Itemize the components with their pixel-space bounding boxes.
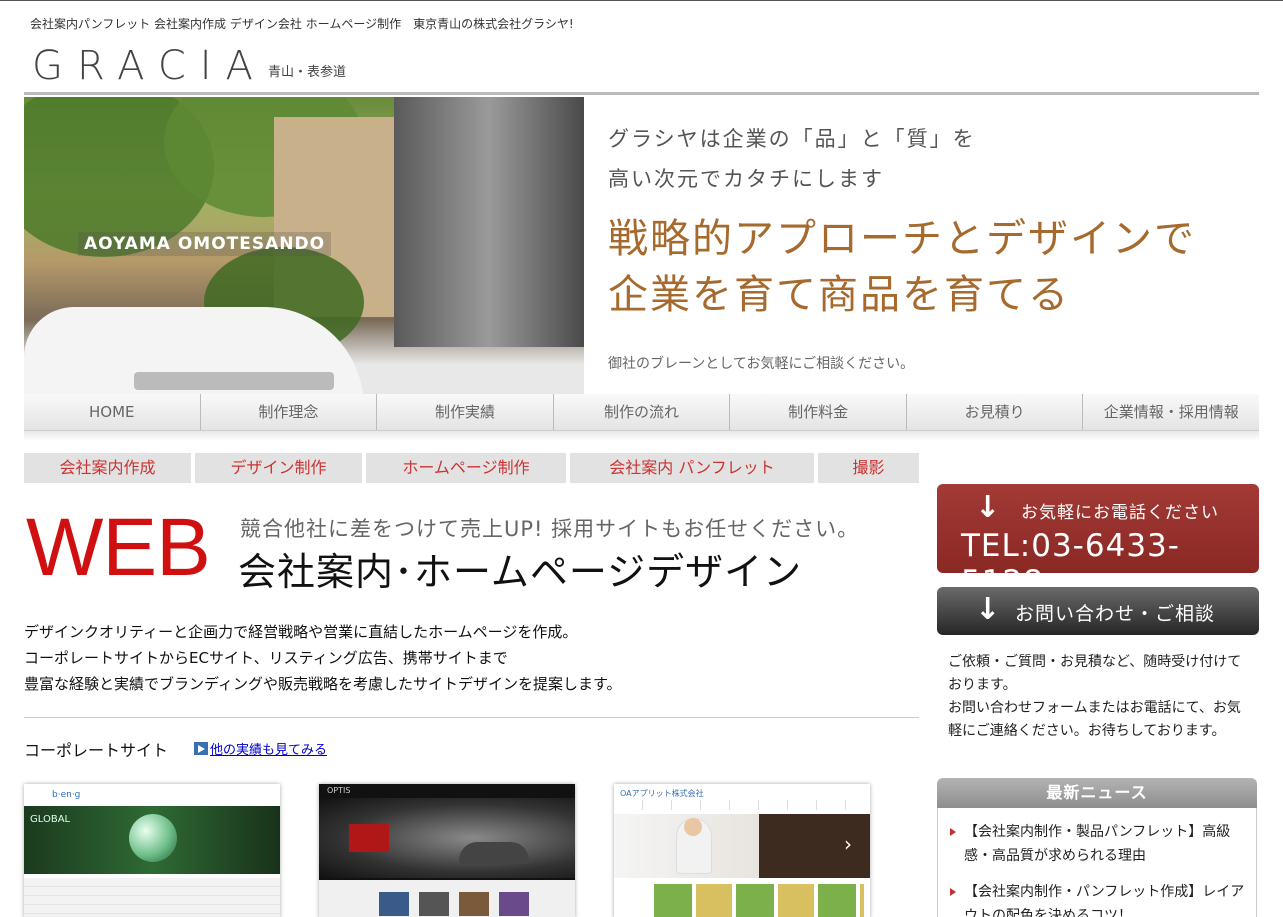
contact-button-label: お問い合わせ・ご相談 <box>1015 603 1216 625</box>
site-tagline: 会社案内パンフレット 会社案内作成 デザイン会社 ホームページ制作 東京青山の株… <box>30 17 574 31</box>
car-image <box>459 842 529 864</box>
intro-line: コーポレートサイトからECサイト、リスティング広告、携帯サイトまで <box>24 649 508 667</box>
logo-location: 青山・表参道 <box>268 65 347 80</box>
subnav-pamphlet[interactable]: 会社案内 パンフレット <box>570 453 814 483</box>
intro-line: デザインクオリティーと企画力で経営戦略や営業に直結したホームページを作成。 <box>24 623 578 641</box>
news-item-label: 【会社案内制作・パンフレット作成】レイアウトの配色を決めるコツ！ <box>964 884 1245 917</box>
subnav-homepage[interactable]: ホームページ制作 <box>366 453 566 483</box>
news-item[interactable]: 【会社案内制作・製品パンフレット】高級感・高品質が求められる理由 <box>950 820 1246 868</box>
hero-headline: 戦略的アプローチとデザインで 企業を育て商品を育てる <box>608 211 1196 323</box>
section-divider <box>24 717 919 718</box>
globe-image <box>129 814 177 862</box>
hero-copy: グラシヤは企業の「品」と「質」を 高い次元でカタチにします <box>608 119 976 199</box>
news-list: 【会社案内制作・製品パンフレット】高級感・高品質が求められる理由 【会社案内制作… <box>937 808 1257 917</box>
nav-flow[interactable]: 制作の流れ <box>554 394 731 430</box>
hero-photo-caption: AOYAMA OMOTESANDO <box>78 232 332 256</box>
hero-copy-line: グラシヤは企業の「品」と「質」を <box>608 127 976 151</box>
hero-headline-line: 戦略的アプローチとデザインで <box>608 216 1196 262</box>
play-icon <box>194 742 208 755</box>
news-item[interactable]: 【会社案内制作・パンフレット作成】レイアウトの配色を決めるコツ！ <box>950 880 1246 917</box>
hero-headline-line: 企業を育て商品を育てる <box>608 272 1070 318</box>
section-subtitle: 競合他社に差をつけて売上UP! 採用サイトもお任せください。 <box>240 517 860 541</box>
nav-home[interactable]: HOME <box>24 394 201 430</box>
work-thumbnail[interactable]: OAアプリット株式会社 › <box>614 784 870 917</box>
header-divider <box>24 92 1259 95</box>
work-thumbnail[interactable]: OPTIS <box>319 784 575 917</box>
more-works-label: 他の実績も見てみる <box>210 743 328 758</box>
nav-estimate[interactable]: お見積り <box>907 394 1084 430</box>
sidebar-text: ご依頼・ご質問・お見積など、随時受け付けております。 お問い合わせフォームまたは… <box>948 654 1242 739</box>
bullet-icon <box>950 888 956 896</box>
hero-copy-line: 高い次元でカタチにします <box>608 167 884 191</box>
subnav-company-brochure[interactable]: 会社案内作成 <box>24 453 191 483</box>
news-item-label: 【会社案内制作・製品パンフレット】高級感・高品質が求められる理由 <box>964 824 1231 864</box>
nav-works[interactable]: 制作実績 <box>377 394 554 430</box>
work-thumbnail[interactable]: b·en·g GLOBAL <box>24 784 280 917</box>
nav-shadow <box>24 431 1259 441</box>
sub-nav: 会社案内作成 デザイン制作 ホームページ制作 会社案内 パンフレット 撮影 <box>24 453 919 483</box>
bullet-icon <box>950 828 956 836</box>
thumbnail-logo: OPTIS <box>327 786 351 795</box>
more-works-link[interactable]: 他の実績も見てみる <box>194 739 327 758</box>
phone-button[interactable]: ↓ お気軽にお電話ください TEL:03-6433-5128 <box>937 484 1259 600</box>
section-big-title: WEB <box>26 502 211 593</box>
global-nav: HOME 制作理念 制作実績 制作の流れ 制作料金 お見積り 企業情報・採用情報 <box>24 394 1259 431</box>
nav-company[interactable]: 企業情報・採用情報 <box>1083 394 1259 430</box>
arrow-down-icon: ↓ <box>975 490 1001 525</box>
nav-philosophy[interactable]: 制作理念 <box>201 394 378 430</box>
subnav-photography[interactable]: 撮影 <box>818 453 919 483</box>
section-intro: デザインクオリティーと企画力で経営戦略や営業に直結したホームページを作成。 コー… <box>24 619 621 697</box>
thumbnail-caption: GLOBAL <box>30 814 71 825</box>
thumbnail-logo: b·en·g <box>52 790 81 800</box>
news-heading: 最新ニュース <box>937 778 1257 808</box>
arrow-down-icon: ↓ <box>975 592 1001 627</box>
site-logo[interactable]: GRACIA <box>32 43 267 89</box>
section-title: 会社案内･ホームページデザイン <box>238 550 803 594</box>
hero-photo: AOYAMA OMOTESANDO <box>24 97 584 394</box>
works-title: コーポレートサイト <box>24 741 169 760</box>
subnav-design[interactable]: デザイン制作 <box>195 453 362 483</box>
nav-price[interactable]: 制作料金 <box>730 394 907 430</box>
chevron-right-icon: › <box>844 832 852 856</box>
thumbnail-logo: OAアプリット株式会社 <box>620 789 704 798</box>
intro-line: 豊富な経験と実績でブランディングや販売戦略を考慮したサイトデザインを提案します。 <box>24 675 622 693</box>
phone-button-label: お気軽にお電話ください <box>1021 503 1219 523</box>
contact-button[interactable]: ↓ お問い合わせ・ご相談 <box>937 587 1259 635</box>
hero-note: 御社のブレーンとしてお気軽にご相談ください。 <box>608 356 915 372</box>
